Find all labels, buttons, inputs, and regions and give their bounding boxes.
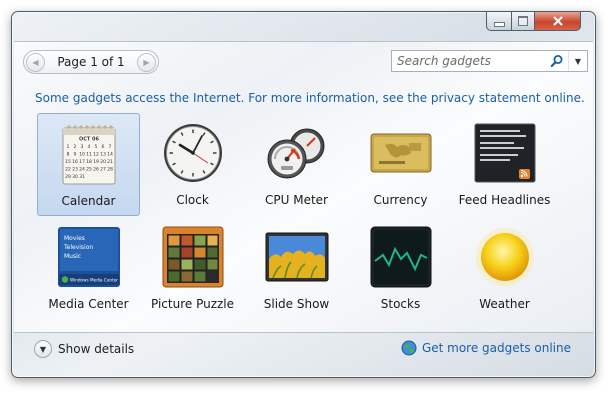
gadget-weather[interactable]: Weather	[453, 217, 556, 320]
calendar-day: 7	[108, 144, 111, 150]
stocks-icon	[369, 225, 433, 289]
gadget-gallery-window: ◀ Page 1 of 1 ▶ ▼ Some gadgets access th…	[11, 11, 596, 378]
gadget-currency[interactable]: Currency	[349, 113, 452, 216]
calendar-day: 13	[100, 152, 106, 158]
chevron-down-icon: ▼	[574, 56, 582, 66]
gadget-panel: ◀ Page 1 of 1 ▶ ▼ Some gadgets access th…	[14, 41, 593, 333]
calendar-day: 19	[93, 159, 99, 165]
gadget-label: Calendar	[61, 194, 116, 208]
media-center-menu-item: Movies	[64, 235, 85, 242]
gadget-cpu-meter[interactable]: CPU Meter	[245, 113, 348, 216]
gadget-media-center[interactable]: Movies Television Music Windows Media Ce…	[37, 217, 140, 320]
page-indicator: Page 1 of 1	[57, 55, 125, 69]
media-center-menu-item: Television	[63, 244, 93, 251]
gadget-label: Weather	[479, 297, 530, 311]
pager: ◀ Page 1 of 1 ▶	[23, 50, 159, 74]
gadget-label: Feed Headlines	[458, 193, 551, 207]
minimize-button[interactable]	[486, 12, 511, 31]
calendar-day: 22	[65, 167, 71, 173]
gadget-slide-show[interactable]: Slide Show	[245, 217, 348, 320]
calendar-day: 3	[80, 144, 83, 150]
calendar-day: 18	[86, 159, 92, 165]
picture-puzzle-icon	[161, 225, 225, 289]
media-center-icon: Movies Television Music Windows Media Ce…	[57, 225, 121, 289]
gadget-label: Currency	[373, 193, 428, 207]
calendar-day: 2	[73, 144, 76, 150]
gadget-label: Picture Puzzle	[150, 297, 235, 311]
calendar-day: 4	[87, 144, 90, 150]
calendar-day: 23	[72, 167, 78, 173]
search-icon[interactable]	[550, 54, 564, 68]
calendar-day: 28	[107, 167, 113, 173]
media-center-caption: Windows Media Center	[70, 278, 118, 283]
weather-sun-icon	[473, 225, 537, 289]
currency-icon	[369, 121, 433, 185]
feed-headlines-icon	[473, 121, 537, 185]
calendar-day: 30	[72, 174, 78, 180]
get-more-gadgets-link[interactable]: Get more gadgets online	[401, 340, 571, 356]
calendar-month-text: OCT 06	[78, 137, 99, 143]
privacy-notice-link[interactable]: Some gadgets access the Internet. For mo…	[35, 91, 585, 105]
close-button[interactable]	[534, 12, 581, 31]
gadget-picture-puzzle[interactable]: Picture Puzzle	[141, 217, 244, 320]
show-details-button[interactable]: ▼ Show details	[34, 340, 134, 358]
window-controls	[486, 12, 581, 31]
calendar-day: 15	[65, 159, 71, 165]
calendar-day: 14	[107, 152, 113, 158]
gadget-feed-headlines[interactable]: Feed Headlines	[453, 113, 556, 216]
next-page-button[interactable]: ▶	[137, 53, 156, 72]
calendar-day: 9	[73, 152, 76, 158]
gadget-label: Clock	[176, 193, 209, 207]
calendar-day: 10	[79, 152, 85, 158]
calendar-day: 21	[107, 159, 113, 165]
media-center-menu-item: Music	[64, 253, 81, 260]
previous-page-button[interactable]: ◀	[26, 53, 45, 72]
calendar-day: 17	[79, 159, 85, 165]
gadget-label: Media Center	[48, 297, 129, 311]
calendar-icon: OCT 06 1 2 3 4 5 6 7 8 9 10 11 12 13 14 15 16 17 18 19 20 21…	[57, 122, 121, 186]
maximize-button[interactable]	[511, 12, 534, 31]
chevron-left-icon: ◀	[32, 58, 39, 67]
calendar-day: 8	[66, 152, 69, 158]
calendar-day: 1	[66, 144, 69, 150]
calendar-day: 26	[93, 167, 99, 173]
slide-show-icon	[265, 225, 329, 289]
calendar-day: 16	[72, 159, 78, 165]
maximize-icon	[518, 16, 528, 26]
calendar-day: 12	[93, 152, 99, 158]
show-details-label: Show details	[58, 342, 135, 356]
calendar-day: 31	[79, 174, 85, 180]
globe-icon	[401, 340, 417, 356]
calendar-day: 11	[86, 152, 92, 158]
calendar-day: 24	[79, 167, 85, 173]
search-input[interactable]	[392, 51, 547, 71]
minimize-icon	[493, 21, 505, 27]
gadget-stocks[interactable]: Stocks	[349, 217, 452, 320]
calendar-day: 29	[65, 174, 71, 180]
calendar-day: 6	[101, 144, 104, 150]
search-box: ▼	[391, 50, 588, 72]
clock-icon	[161, 121, 225, 185]
gadget-label: Slide Show	[263, 297, 330, 311]
gadget-label: CPU Meter	[265, 193, 328, 207]
search-options-dropdown[interactable]: ▼	[568, 51, 587, 71]
chevron-down-icon: ▼	[34, 340, 52, 358]
gadget-clock[interactable]: Clock	[141, 113, 244, 216]
get-more-gadgets-label: Get more gadgets online	[421, 341, 571, 355]
calendar-day: 27	[100, 167, 106, 173]
calendar-day: 20	[100, 159, 106, 165]
gadget-calendar[interactable]: OCT 06 1 2 3 4 5 6 7 8 9 10 11 12 13 14 15 16 17 18 19 20 21…	[37, 113, 140, 216]
close-icon	[552, 16, 563, 26]
gadget-label: Stocks	[380, 297, 421, 311]
calendar-day: 25	[86, 167, 92, 173]
cpu-meter-icon	[265, 121, 329, 185]
calendar-day: 5	[94, 144, 97, 150]
chevron-right-icon: ▶	[143, 58, 150, 67]
